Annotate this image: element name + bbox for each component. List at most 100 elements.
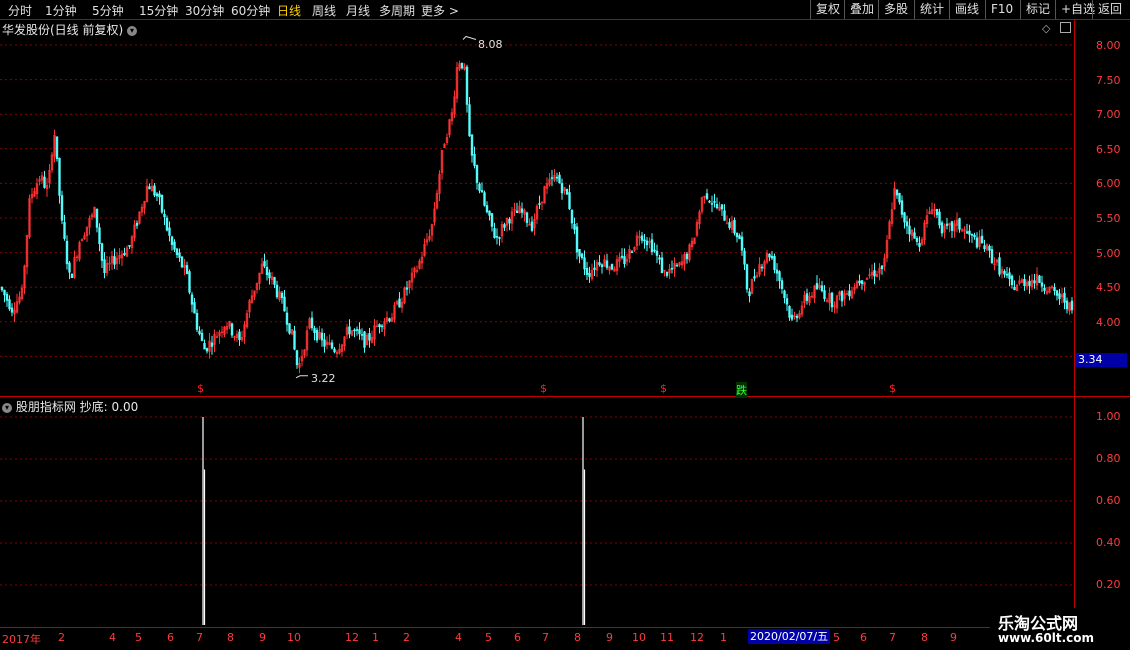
candle-body xyxy=(63,222,66,239)
indicator-chart[interactable] xyxy=(0,397,1075,627)
candle-body xyxy=(720,204,724,210)
candle-body xyxy=(320,332,324,341)
statistics-button[interactable]: 统计 xyxy=(914,0,949,19)
mark-button[interactable]: 标记 xyxy=(1020,0,1055,19)
low-pointer xyxy=(295,375,308,379)
f10-button[interactable]: F10 xyxy=(985,0,1018,19)
fall-signal-marker: 跌 xyxy=(736,382,747,398)
candle-body xyxy=(728,222,731,228)
buy-signal-marker: $ xyxy=(660,382,667,395)
candle-body xyxy=(158,193,161,198)
period-tab-weekly[interactable]: 周线 xyxy=(312,2,336,19)
period-tab-fenshi[interactable]: 分时 xyxy=(8,2,32,19)
x-axis-label: 9 xyxy=(950,631,957,644)
candle-body xyxy=(1023,279,1026,287)
candle-body xyxy=(58,157,61,196)
period-tab-5min[interactable]: 5分钟 xyxy=(92,2,124,19)
x-axis-label: 12 xyxy=(345,631,359,644)
y-tick-label: 7.00 xyxy=(1096,108,1121,121)
x-axis-label: 5 xyxy=(833,631,840,644)
x-axis-label: 12 xyxy=(690,631,704,644)
candle-body xyxy=(355,329,359,331)
period-tab-15min[interactable]: 15分钟 xyxy=(139,2,178,19)
period-tab-more[interactable]: 更多 > xyxy=(421,2,459,19)
y-tick-label: 5.50 xyxy=(1096,212,1121,225)
candle-body xyxy=(1053,287,1056,291)
x-axis-label: 2 xyxy=(58,631,65,644)
candle-body xyxy=(903,212,906,223)
candle-body xyxy=(3,289,6,296)
candle-body xyxy=(565,189,569,195)
candle-body xyxy=(195,313,199,330)
candle-body xyxy=(358,329,361,335)
overlay-button[interactable]: 叠加 xyxy=(844,0,879,19)
candle-body xyxy=(315,329,319,341)
candle-body xyxy=(295,350,299,366)
candle-body xyxy=(280,292,284,299)
candle-body xyxy=(600,264,604,268)
candle-body xyxy=(333,348,336,353)
candle-body xyxy=(830,292,834,308)
candle-body xyxy=(538,203,541,205)
candle-body xyxy=(310,317,314,329)
candle-body xyxy=(188,271,191,293)
x-axis-label: 6 xyxy=(514,631,521,644)
period-tab-monthly[interactable]: 月线 xyxy=(346,2,370,19)
period-tab-1min[interactable]: 1分钟 xyxy=(45,2,77,19)
candlestick-chart[interactable] xyxy=(0,20,1075,396)
candle-body xyxy=(503,224,506,228)
candle-body xyxy=(988,246,991,251)
candle-body xyxy=(473,153,476,166)
current-price-marker: 3.34 xyxy=(1075,353,1127,367)
candle-body xyxy=(378,324,381,328)
candle-body xyxy=(10,307,14,313)
indicator-y-tick: 0.80 xyxy=(1096,452,1121,465)
candle-body xyxy=(745,264,749,290)
x-axis-label: 6 xyxy=(167,631,174,644)
candle-body xyxy=(848,290,851,297)
candle-body xyxy=(160,194,164,213)
period-tab-daily[interactable]: 日线 xyxy=(277,2,301,19)
candle-body xyxy=(1063,292,1066,303)
x-axis-label: 4 xyxy=(109,631,116,644)
candle-body xyxy=(198,330,201,334)
candle-body xyxy=(478,183,481,191)
candle-body xyxy=(713,201,716,203)
x-axis-label: 7 xyxy=(196,631,203,644)
candle-body xyxy=(575,226,579,253)
candle-body xyxy=(178,252,181,258)
period-tab-multi[interactable]: 多周期 xyxy=(379,2,415,19)
candle-body xyxy=(103,259,106,273)
candle-body xyxy=(1003,271,1006,275)
high-price-label: 8.08 xyxy=(478,38,503,51)
candle-body xyxy=(1005,273,1009,276)
x-axis-label: 9 xyxy=(606,631,613,644)
draw-line-button[interactable]: 画线 xyxy=(949,0,984,19)
x-axis-label: 8 xyxy=(921,631,928,644)
candle-body xyxy=(670,267,674,270)
candle-body xyxy=(520,208,524,213)
candle-body xyxy=(738,235,741,240)
candle-body xyxy=(653,249,656,252)
candle-body xyxy=(840,290,844,302)
indicator-y-tick: 0.40 xyxy=(1096,536,1121,549)
candle-body xyxy=(655,250,659,256)
candle-body xyxy=(873,270,876,277)
candle-body xyxy=(643,239,646,242)
y-tick-label: 4.00 xyxy=(1096,316,1121,329)
candle-body xyxy=(5,294,9,301)
candle-body xyxy=(983,245,986,250)
candle-body xyxy=(935,208,939,216)
period-tab-30min[interactable]: 30分钟 xyxy=(185,2,224,19)
candle-body xyxy=(895,189,899,196)
fuquan-button[interactable]: 复权 xyxy=(810,0,845,19)
back-button[interactable]: 返回 xyxy=(1092,0,1127,19)
period-tab-60min[interactable]: 60分钟 xyxy=(231,2,270,19)
candle-body xyxy=(175,248,179,256)
indicator-y-tick: 0.60 xyxy=(1096,494,1121,507)
candle-body xyxy=(1055,290,1059,296)
candle-body xyxy=(100,243,104,261)
multi-stock-button[interactable]: 多股 xyxy=(878,0,913,19)
candle-body xyxy=(580,253,584,259)
candle-body xyxy=(348,326,351,335)
